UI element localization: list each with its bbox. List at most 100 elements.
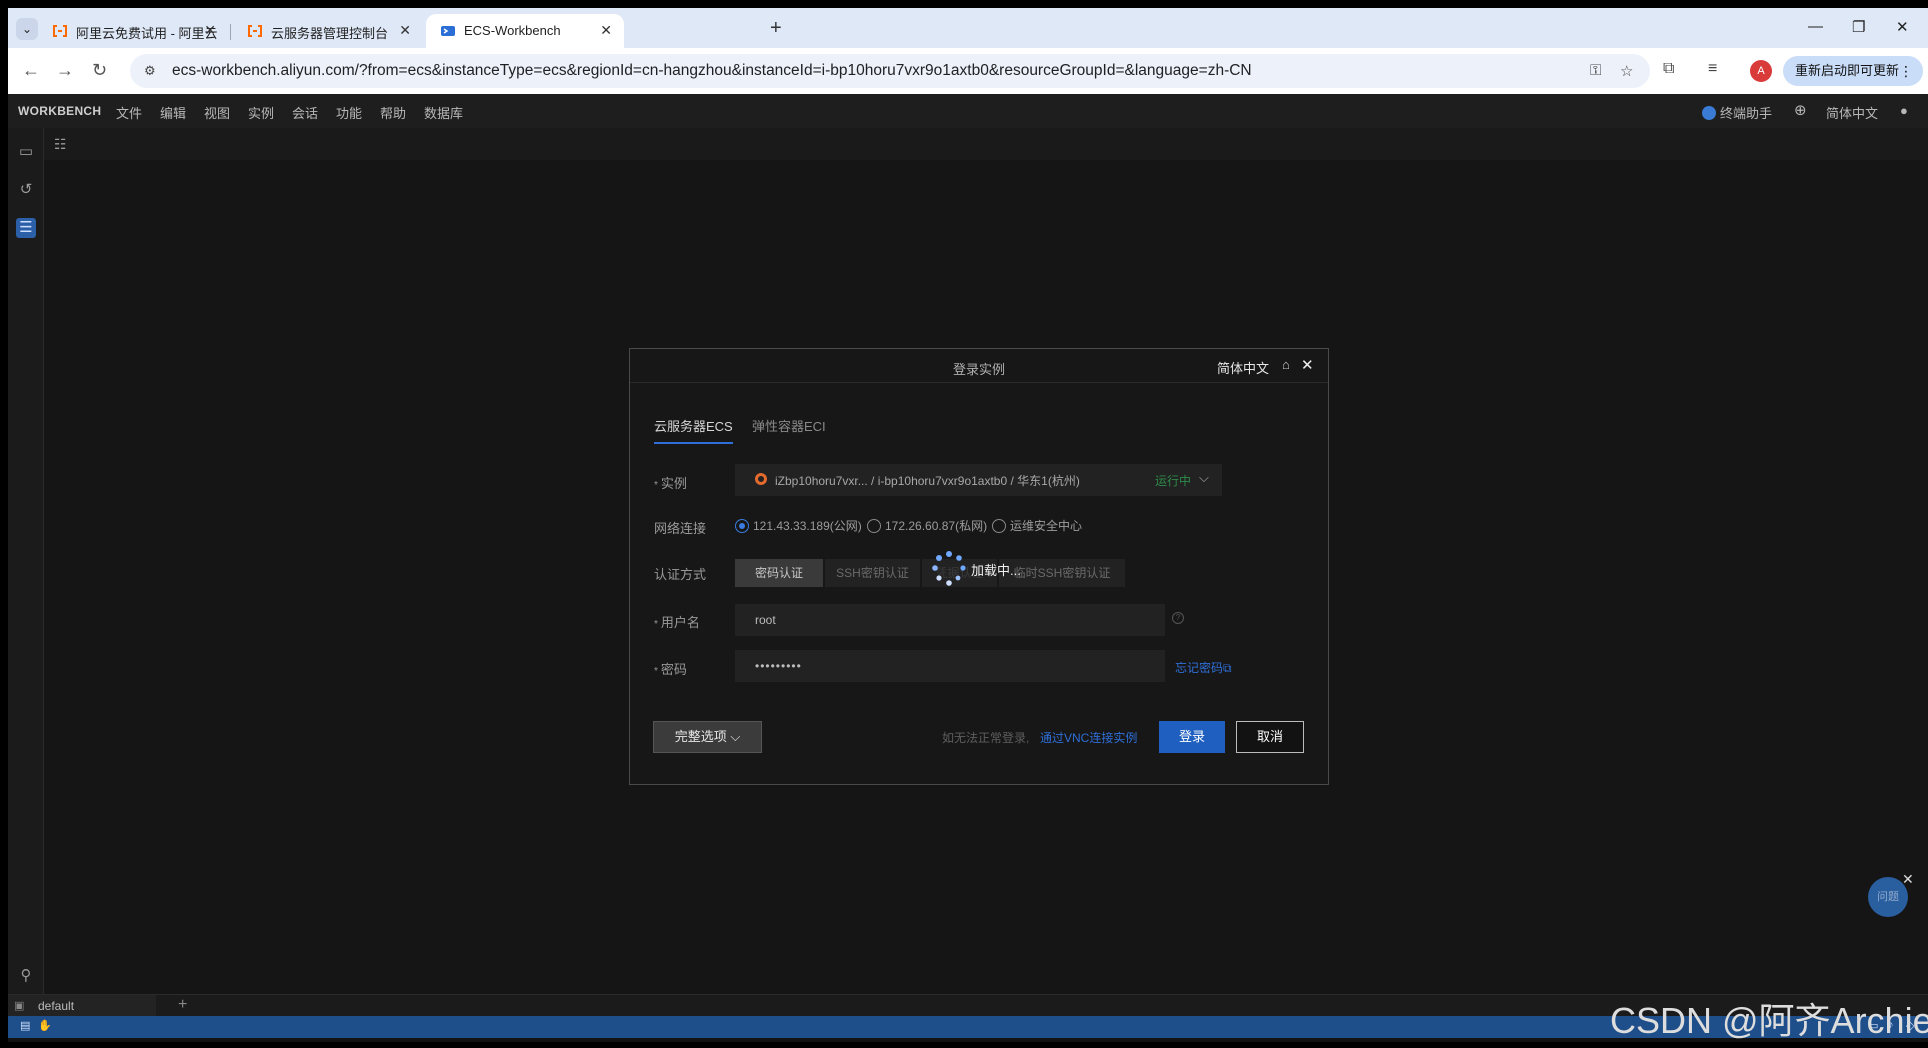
extensions-icon[interactable]: ⧉ xyxy=(1663,60,1674,78)
tab-ecs[interactable]: 云服务器ECS xyxy=(654,416,733,444)
browser-tab-ecs-console[interactable]: 云服务器管理控制台 ✕ xyxy=(233,14,423,48)
aliyun-logo-icon xyxy=(53,25,67,37)
bookmark-star-icon[interactable]: ☆ xyxy=(1620,62,1633,80)
tab-close-icon[interactable]: ✕ xyxy=(204,22,216,39)
loading-text: 加载中... xyxy=(971,563,1021,578)
login-hint-text: 如无法正常登录, xyxy=(942,731,1030,745)
tab-title: 云服务器管理控制台 xyxy=(271,26,389,41)
radio-selected-icon xyxy=(735,519,749,533)
floating-assistant-close-icon[interactable]: ✕ xyxy=(1902,871,1914,888)
browser-tab-ecs-workbench[interactable]: ECS-Workbench ✕ xyxy=(426,14,624,48)
password-key-icon[interactable]: ⚿ xyxy=(1590,62,1601,79)
more-menu-icon[interactable]: ⋮ xyxy=(1899,56,1913,86)
restore-icon[interactable]: ❐ xyxy=(1852,18,1865,36)
media-queue-icon[interactable]: ≡ xyxy=(1708,60,1717,78)
instances-list-icon[interactable]: ☰ xyxy=(16,218,36,238)
user-avatar-icon[interactable]: ● xyxy=(1900,103,1908,118)
menu-help[interactable]: 帮助 xyxy=(380,103,406,122)
add-terminal-icon[interactable]: + xyxy=(178,996,187,1014)
chevron-down-icon: ⌵ xyxy=(730,729,741,744)
outline-list-icon[interactable]: ☷ xyxy=(54,136,67,153)
history-icon[interactable]: ↺ xyxy=(16,180,36,200)
radio-empty-icon xyxy=(992,519,1006,533)
auth-password[interactable]: 密码认证 xyxy=(735,559,823,587)
browser-tabstrip: ⌄ 阿里云免费试用 - 阿里云 ✕ 云服务器管理控制台 ✕ ECS-Workbe… xyxy=(8,8,1928,48)
login-button[interactable]: 登录 xyxy=(1159,721,1225,753)
instance-select[interactable]: iZbp10horu7vxr... / i-bp10horu7vxr9o1axt… xyxy=(735,464,1222,496)
menu-view[interactable]: 视图 xyxy=(204,103,230,122)
cancel-button[interactable]: 取消 xyxy=(1236,721,1304,753)
terminal-tab-label: default xyxy=(38,999,75,1013)
assistant-label: 终端助手 xyxy=(1720,106,1773,121)
tab-close-icon[interactable]: ✕ xyxy=(399,22,411,39)
status-copy-icon[interactable]: ▤ xyxy=(20,1019,30,1032)
csdn-watermark: CSDN @阿齐Archie xyxy=(1610,1000,1928,1041)
network-field-label: 网络连接 xyxy=(654,521,707,536)
instance-field-label: * 实例 xyxy=(654,476,687,491)
tab-eci[interactable]: 弹性容器ECI xyxy=(752,416,826,435)
auth-field-label: 认证方式 xyxy=(654,567,707,582)
dialog-language-switch[interactable]: 简体中文 xyxy=(1217,358,1269,377)
menu-file[interactable]: 文件 xyxy=(116,103,142,122)
dialog-pin-icon[interactable]: ⌂ xyxy=(1282,357,1290,372)
menu-feature[interactable]: 功能 xyxy=(336,103,362,122)
language-switch[interactable]: 简体中文 xyxy=(1826,103,1878,122)
username-input[interactable]: root xyxy=(735,604,1165,636)
screen-edge xyxy=(0,0,8,1048)
terminal-tab-default[interactable]: ▣ default xyxy=(8,995,156,1017)
menu-database[interactable]: 数据库 xyxy=(424,103,463,122)
loading-indicator: 加载中... xyxy=(929,549,1029,589)
full-options-button[interactable]: 完整选项 ⌵ xyxy=(653,721,762,753)
auth-ssh-key[interactable]: SSH密钥认证 xyxy=(825,559,920,587)
forgot-password-link[interactable]: 忘记密码⧉ xyxy=(1175,659,1232,676)
back-arrow-icon[interactable]: ← xyxy=(22,60,40,81)
terminal-assistant-button[interactable]: 终端助手 xyxy=(1702,103,1772,122)
forward-arrow-icon[interactable]: → xyxy=(56,60,74,81)
instance-status: 运行中 xyxy=(1155,474,1192,488)
activity-bar: ▭ ↺ ☰ ⚲ xyxy=(8,128,44,994)
menu-session[interactable]: 会话 xyxy=(292,103,318,122)
workbench-menubar: WORKBENCH 文件 编辑 视图 实例 会话 功能 帮助 数据库 终端助手 … xyxy=(8,94,1928,128)
browser-toolbar: ← → ↻ ⚙ ecs-workbench.aliyun.com/?from=e… xyxy=(8,48,1928,94)
password-input[interactable]: ••••••••• xyxy=(735,650,1165,682)
editor-toolbar: ☷ xyxy=(44,128,1928,160)
folder-icon[interactable]: ▭ xyxy=(16,142,36,162)
menu-instance[interactable]: 实例 xyxy=(248,103,274,122)
dialog-close-icon[interactable]: ✕ xyxy=(1301,356,1314,374)
update-restart-button[interactable]: 重新启动即可更新 ⋮ xyxy=(1783,56,1923,86)
username-field-label: * 用户名 xyxy=(654,615,700,630)
workbench-brand: WORKBENCH xyxy=(18,104,102,118)
assistant-icon xyxy=(1702,106,1716,120)
new-tab-plus-icon[interactable]: + xyxy=(770,18,782,38)
radio-public-ip[interactable]: 121.43.33.189(公网) xyxy=(735,517,862,534)
browser-tab-aliyun-trial[interactable]: 阿里云免费试用 - 阿里云 ✕ xyxy=(38,14,228,48)
address-bar[interactable]: ⚙ ecs-workbench.aliyun.com/?from=ecs&ins… xyxy=(130,54,1650,88)
workbench-logo-icon xyxy=(441,26,455,36)
tab-close-icon[interactable]: ✕ xyxy=(600,22,612,39)
radio-private-ip[interactable]: 172.26.60.87(私网) xyxy=(867,517,987,534)
profile-avatar[interactable]: A xyxy=(1750,60,1772,82)
tab-title: 阿里云免费试用 - 阿里云 xyxy=(76,26,218,41)
reload-icon[interactable]: ↻ xyxy=(92,60,107,81)
help-question-icon[interactable]: ? xyxy=(1172,612,1184,624)
status-hand-icon[interactable]: ✋ xyxy=(38,1019,52,1032)
site-info-icon[interactable]: ⚙ xyxy=(144,63,156,79)
pin-icon[interactable]: ⚲ xyxy=(16,966,36,986)
aliyun-logo-icon xyxy=(248,25,262,37)
update-label: 重新启动即可更新 xyxy=(1795,63,1900,78)
menu-edit[interactable]: 编辑 xyxy=(160,103,186,122)
tab-title: ECS-Workbench xyxy=(464,23,561,38)
vnc-connect-link[interactable]: 通过VNC连接实例 xyxy=(1040,729,1137,746)
dialog-header: 登录实例 简体中文 ⌂ ✕ xyxy=(630,349,1328,383)
minimize-icon[interactable]: — xyxy=(1808,18,1823,35)
url-text[interactable]: ecs-workbench.aliyun.com/?from=ecs&insta… xyxy=(172,62,1252,80)
instance-value: iZbp10horu7vxr... / i-bp10horu7vxr9o1axt… xyxy=(775,474,1080,488)
radio-bastion[interactable]: 运维安全中心 xyxy=(992,517,1082,534)
tab-separator xyxy=(230,24,231,40)
add-circle-icon[interactable]: ⊕ xyxy=(1794,101,1807,119)
ubuntu-icon xyxy=(755,473,767,485)
chevron-down-icon: ⌵ xyxy=(1199,470,1209,485)
window-close-icon[interactable]: ✕ xyxy=(1896,18,1909,36)
tab-list-chevron-icon[interactable]: ⌄ xyxy=(16,18,38,40)
password-field-label: * 密码 xyxy=(654,662,687,677)
